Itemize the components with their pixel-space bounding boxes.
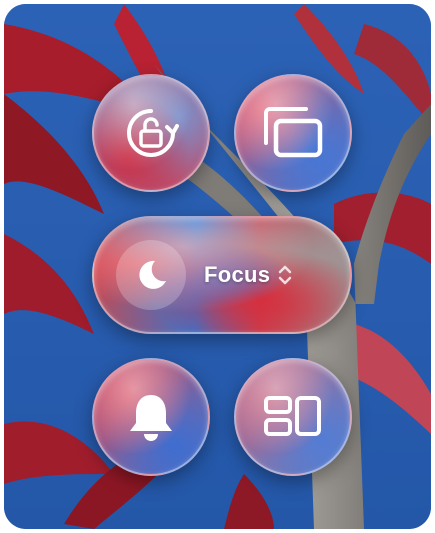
screen-mirroring-button[interactable] [234, 74, 352, 192]
rotation-lock-button[interactable] [92, 74, 210, 192]
moon-icon [139, 260, 166, 289]
control-center-panel: Focus [4, 4, 431, 529]
stage-manager-button[interactable] [234, 358, 352, 476]
focus-icon-circle [116, 240, 186, 310]
silent-mode-button[interactable] [92, 358, 210, 476]
rotation-lock-icon [127, 109, 179, 157]
screen-mirroring-icon [264, 107, 323, 158]
focus-button[interactable]: Focus [92, 216, 352, 334]
bell-icon [130, 395, 172, 441]
stage-manager-icon [264, 396, 321, 436]
chevron-up-down-icon [279, 265, 292, 285]
focus-label: Focus [204, 262, 271, 287]
